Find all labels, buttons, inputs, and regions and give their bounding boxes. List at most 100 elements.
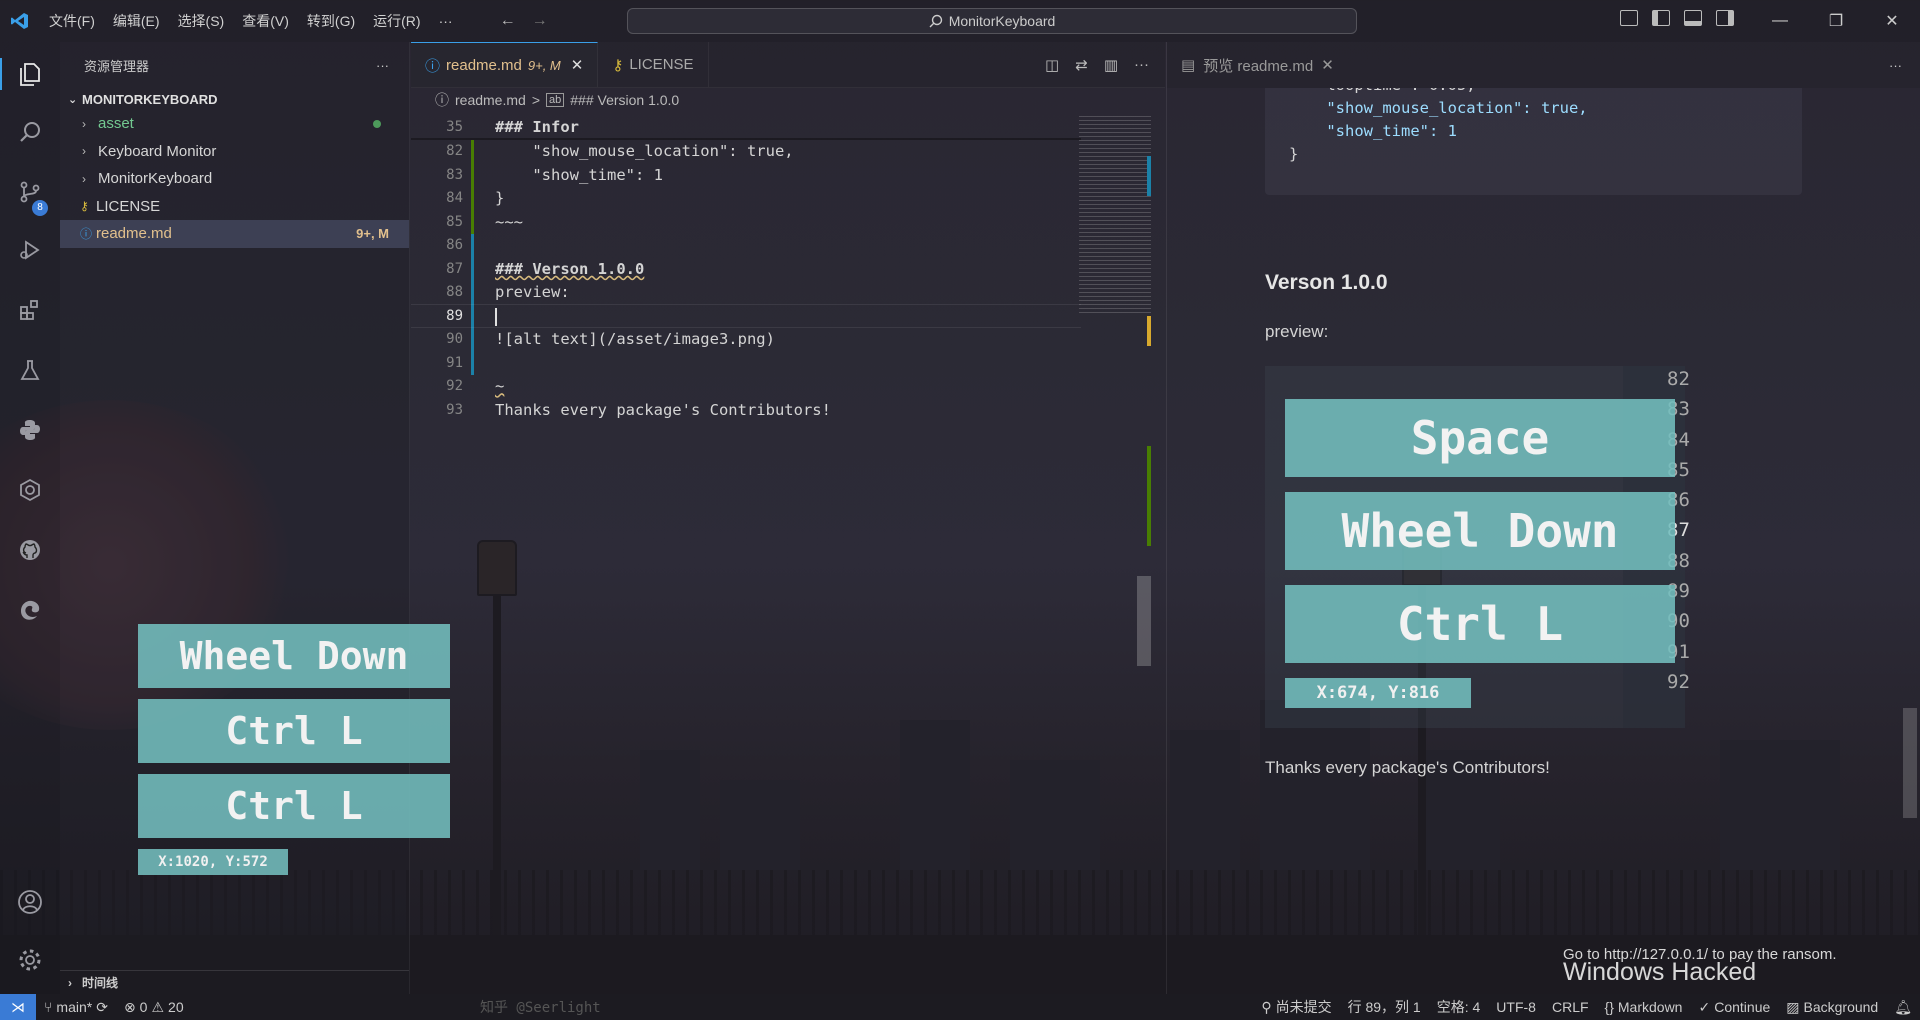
chevron-down-icon: ⌄ <box>68 93 78 106</box>
toggle-secondary-sidebar-icon[interactable] <box>1716 10 1734 26</box>
preview-scrollbar[interactable] <box>1903 708 1917 818</box>
line-text: Thanks every package's Contributors! <box>495 400 831 419</box>
tree-item-license[interactable]: ⚷ LICENSE <box>60 193 409 221</box>
toggle-panel-icon[interactable] <box>1684 10 1702 26</box>
window-controls: — ❐ ✕ <box>1752 0 1920 42</box>
sync-icon: ⟳ <box>96 998 108 1015</box>
breadcrumb-file[interactable]: readme.md <box>455 92 526 108</box>
back-arrow-icon[interactable]: ← <box>500 12 516 30</box>
code-line: looptime : 0.05, <box>1265 88 1802 99</box>
encoding[interactable]: UTF-8 <box>1488 999 1544 1015</box>
workspace-folder[interactable]: ⌄ MONITORKEYBOARD <box>60 88 409 110</box>
indentation[interactable]: 空格: 4 <box>1429 997 1489 1017</box>
split-editor-icon[interactable]: ▥ <box>1104 56 1118 74</box>
tree-item-keyboard-monitor[interactable]: › Keyboard Monitor <box>60 138 409 166</box>
explorer-icon[interactable] <box>0 58 46 90</box>
preview-more-button[interactable]: ··· <box>1889 58 1902 73</box>
editor-scrollbar[interactable] <box>1137 116 1151 994</box>
forward-arrow-icon[interactable]: → <box>532 12 548 30</box>
restore-button[interactable]: ❐ <box>1808 0 1864 42</box>
open-changes-icon[interactable]: ⇄ <box>1075 56 1088 74</box>
remote-indicator-icon[interactable]: ⋊ <box>0 994 36 1020</box>
background-icon: ▨ <box>1786 998 1800 1015</box>
info-icon: ⓘ <box>425 57 441 75</box>
menu-go[interactable]: 转到(G) <box>298 0 364 42</box>
check-icon: ✓ <box>1698 998 1711 1015</box>
menu-more[interactable]: ··· <box>430 0 462 42</box>
code-line: 93 Thanks every package's Contributors! <box>411 398 1081 422</box>
end-of-line[interactable]: CRLF <box>1544 999 1597 1015</box>
menu-view[interactable]: 查看(V) <box>233 0 298 42</box>
line-number: 35 <box>446 118 463 135</box>
line-text: ~ <box>495 377 505 396</box>
tab-license[interactable]: ⚷ LICENSE <box>598 42 709 87</box>
branch-indicator[interactable]: ⑂ main* ⟳ <box>36 999 116 1016</box>
timeline-section[interactable]: › 时间线 <box>60 970 409 994</box>
close-tab-button[interactable]: ✕ <box>1321 56 1334 74</box>
info-icon: ⓘ <box>80 227 93 242</box>
chevron-right-icon: › <box>68 975 72 990</box>
code-line-current: 89 <box>411 304 1081 328</box>
breadcrumb-separator: > <box>531 92 540 108</box>
background-extension[interactable]: ▨ Background <box>1778 999 1886 1016</box>
tab-label: 预览 readme.md <box>1203 57 1314 75</box>
scroll-marker <box>1147 316 1151 346</box>
menu-selection[interactable]: 选择(S) <box>169 0 234 42</box>
problems-indicator[interactable]: ⊗ 0 ⚠ 20 <box>116 999 192 1016</box>
cursor-position[interactable]: 行 89，列 1 <box>1340 997 1429 1017</box>
settings-gear-icon[interactable] <box>14 944 46 976</box>
edge-browser-icon[interactable] <box>14 594 46 626</box>
tree-item-label: readme.md <box>96 225 172 243</box>
minimize-button[interactable]: — <box>1752 0 1808 42</box>
line-number: 90 <box>446 331 463 348</box>
tree-item-monitorkeyboard[interactable]: › MonitorKeyboard <box>60 165 409 193</box>
more-actions-icon[interactable]: ··· <box>1134 56 1149 73</box>
open-preview-icon[interactable]: ◫ <box>1045 56 1059 74</box>
line-text: ~~~ <box>495 212 523 231</box>
breadcrumb-symbol[interactable]: ### Version 1.0.0 <box>570 92 679 108</box>
menu-file[interactable]: 文件(F) <box>40 0 104 42</box>
git-branch-icon: ⑂ <box>44 999 53 1015</box>
activity-bar: 8 <box>0 42 60 994</box>
python-icon[interactable] <box>14 414 46 446</box>
key-overlay-wheel-down: Wheel Down <box>138 624 450 688</box>
remote-explorer-icon[interactable] <box>14 474 46 506</box>
uncommitted-indicator[interactable]: ⚲ 尚未提交 <box>1253 997 1339 1017</box>
customize-layout-icon[interactable] <box>1620 10 1638 26</box>
tree-item-readme[interactable]: ⓘ readme.md 9+, M <box>60 220 409 248</box>
search-text: MonitorKeyboard <box>948 13 1056 29</box>
github-icon[interactable] <box>14 534 46 566</box>
notifications-bell-icon[interactable]: 🔔︎ <box>1886 999 1920 1016</box>
tree-item-label: Keyboard Monitor <box>98 142 217 160</box>
preview-icon: ▤ <box>1181 57 1196 74</box>
line-number: 92 <box>446 378 463 395</box>
line-number: 87 <box>446 260 463 277</box>
tree-item-asset[interactable]: › asset <box>60 110 409 138</box>
line-text: ### Verson 1.0.0 <box>495 259 645 278</box>
license-icon: ⚷ <box>80 199 89 214</box>
continue-extension[interactable]: ✓ Continue <box>1690 999 1778 1016</box>
status-bar: ⋊ ⑂ main* ⟳ ⊗ 0 ⚠ 20 知乎 @Seerlight ⚲ 尚未提… <box>0 994 1920 1020</box>
explorer-more-button[interactable]: ··· <box>376 58 389 73</box>
code-line: 83 "show_time": 1 <box>411 163 1081 187</box>
license-icon: ⚷ <box>612 56 624 74</box>
close-window-button[interactable]: ✕ <box>1864 0 1920 42</box>
code-line: 91 <box>411 351 1081 375</box>
run-debug-icon[interactable] <box>14 234 46 266</box>
menu-edit[interactable]: 编辑(E) <box>104 0 169 42</box>
toggle-primary-sidebar-icon[interactable] <box>1652 10 1670 26</box>
close-tab-button[interactable]: ✕ <box>571 56 584 74</box>
tab-preview-readme[interactable]: ▤ 预览 readme.md ✕ <box>1167 42 1348 88</box>
accounts-icon[interactable] <box>14 886 46 918</box>
preview-body: looptime : 0.05, "show_mouse_location": … <box>1167 88 1920 994</box>
tab-readme[interactable]: ⓘ readme.md 9+, M ✕ <box>411 42 599 87</box>
tree-item-label: asset <box>98 115 134 133</box>
code-editor[interactable]: 35 ### Infor 82 "show_mouse_location": t… <box>411 116 1081 422</box>
command-center-search[interactable]: MonitorKeyboard <box>627 8 1357 34</box>
menu-run[interactable]: 运行(R) <box>364 0 429 42</box>
language-mode[interactable]: {} Markdown <box>1597 999 1691 1015</box>
search-icon[interactable] <box>14 116 46 148</box>
vscode-logo-icon <box>0 0 40 42</box>
testing-flask-icon[interactable] <box>14 354 46 386</box>
extensions-icon[interactable] <box>14 294 46 326</box>
